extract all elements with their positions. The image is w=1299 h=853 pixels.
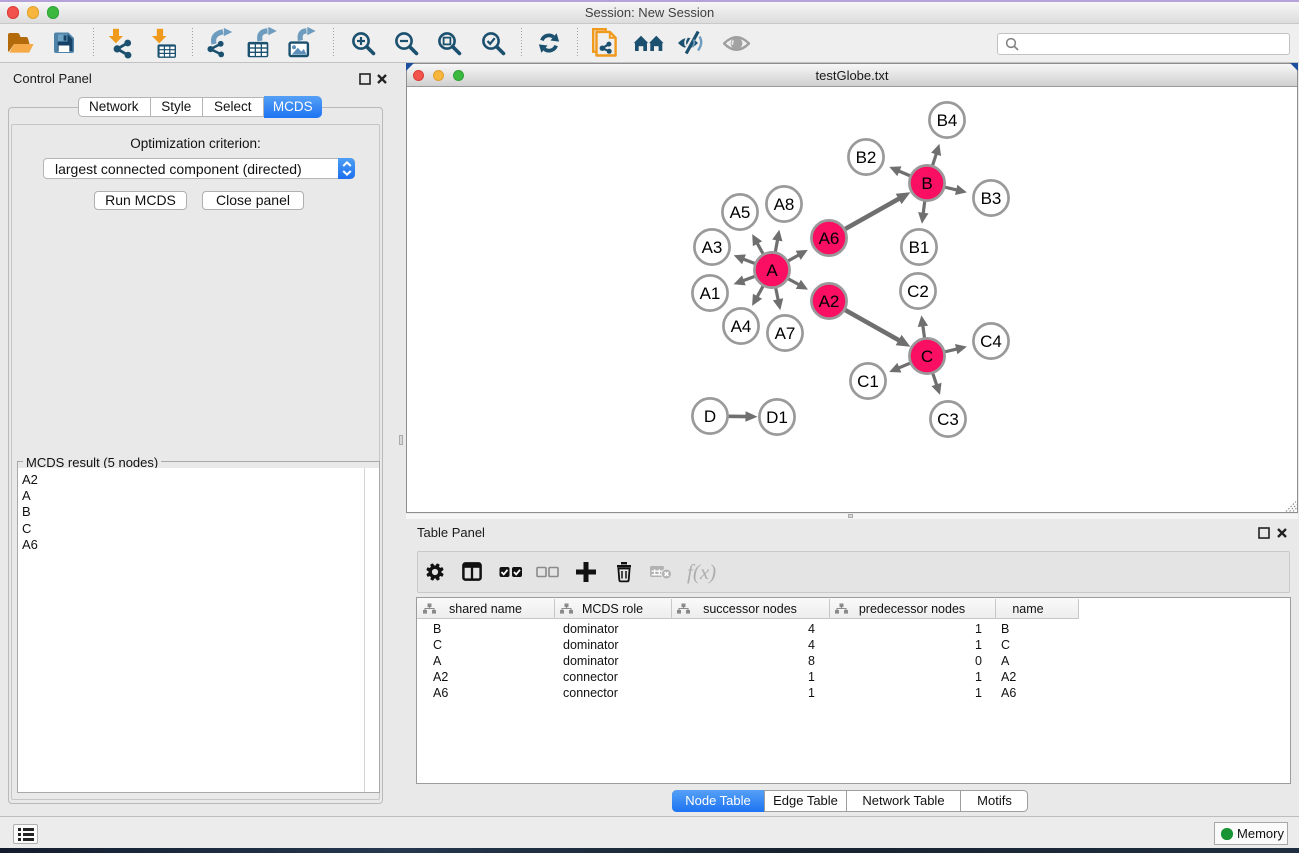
svg-text:A6: A6 (819, 229, 840, 248)
svg-text:A7: A7 (775, 324, 796, 343)
svg-text:A: A (766, 261, 778, 280)
svg-text:A8: A8 (774, 195, 795, 214)
svg-text:D1: D1 (766, 408, 788, 427)
svg-text:C1: C1 (857, 372, 879, 391)
svg-text:D: D (704, 407, 716, 426)
svg-text:A5: A5 (730, 203, 751, 222)
svg-text:C: C (921, 347, 933, 366)
svg-text:B2: B2 (856, 148, 877, 167)
svg-text:B4: B4 (937, 111, 958, 130)
svg-text:B: B (921, 174, 932, 193)
svg-text:B1: B1 (909, 238, 930, 257)
svg-text:A1: A1 (700, 284, 721, 303)
svg-text:B3: B3 (981, 189, 1002, 208)
svg-text:A3: A3 (702, 238, 723, 257)
svg-text:A2: A2 (819, 292, 840, 311)
svg-text:C2: C2 (907, 282, 929, 301)
svg-text:C3: C3 (937, 410, 959, 429)
svg-text:A4: A4 (731, 317, 752, 336)
svg-text:C4: C4 (980, 332, 1002, 351)
